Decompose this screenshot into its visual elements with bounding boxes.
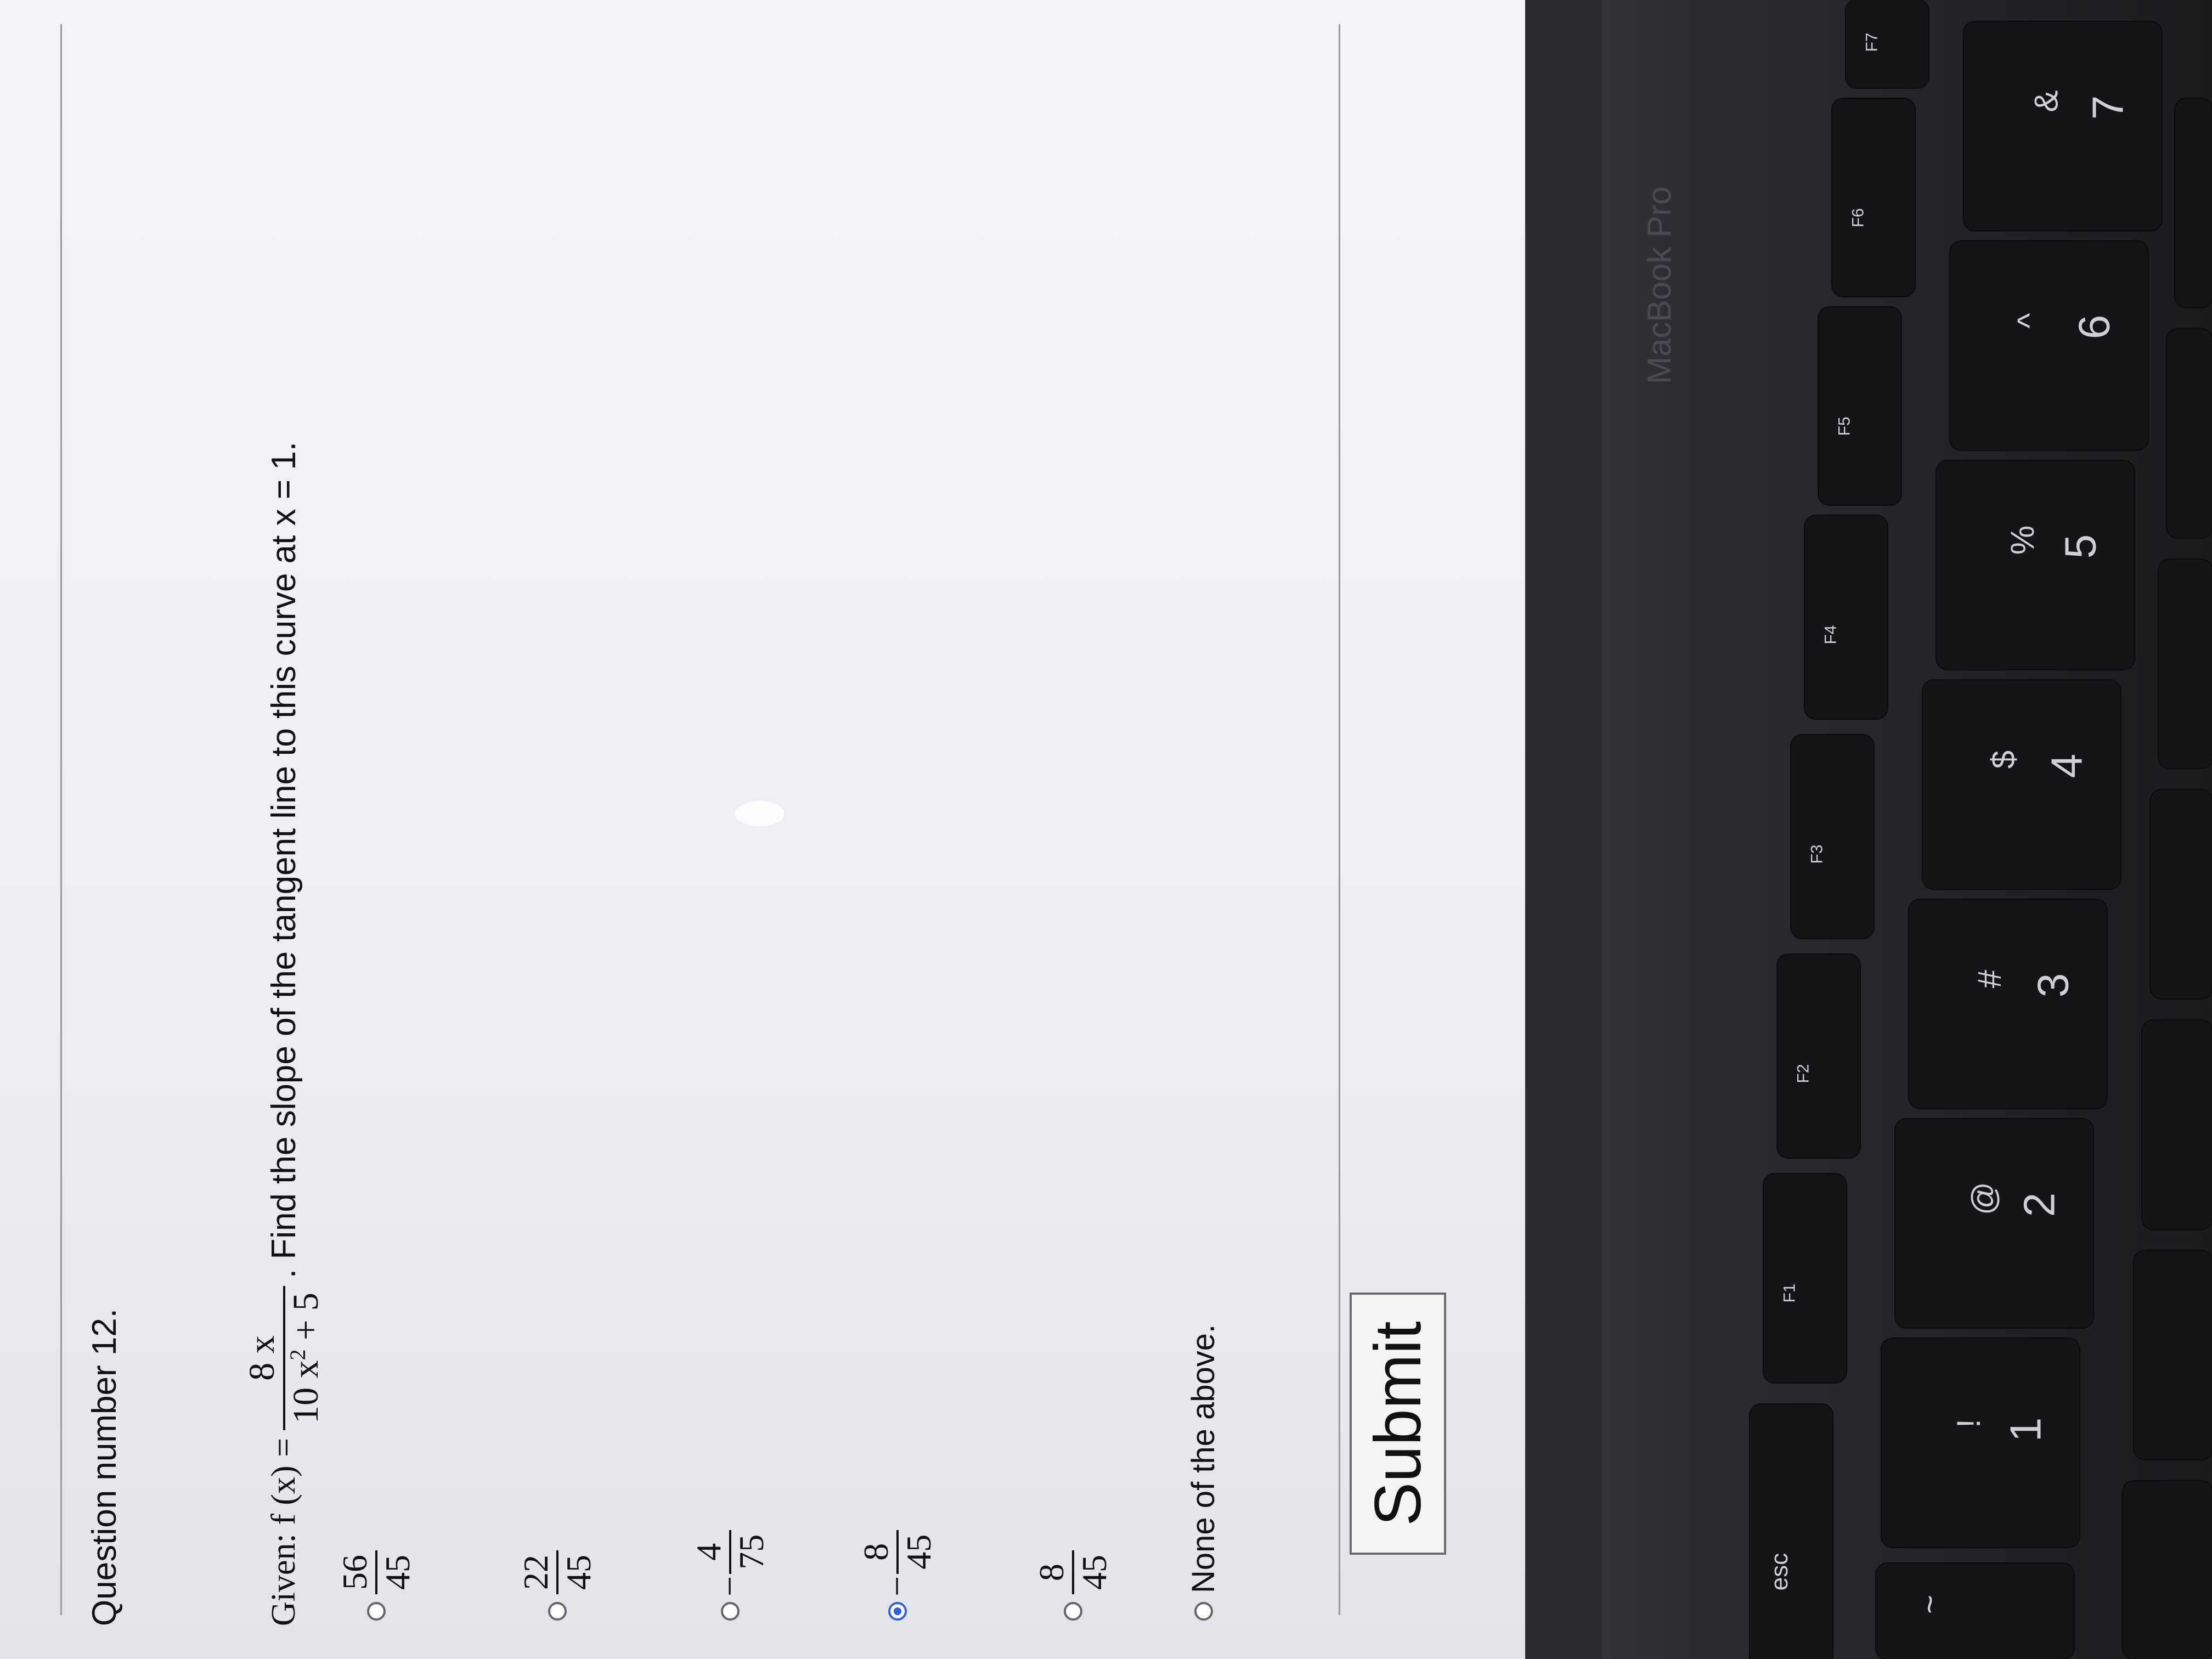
key-tilde[interactable]: ~	[1876, 1564, 2074, 1659]
option-5-numerator: 8	[1032, 1564, 1071, 1581]
option-4-radio[interactable]	[888, 1602, 907, 1621]
option-none[interactable]: None of the above.	[1185, 1324, 1222, 1621]
function-denominator: 10 x2 + 5	[285, 1293, 326, 1424]
key-f7[interactable]: F7	[1846, 0, 1928, 88]
option-4-sign: −	[877, 1576, 917, 1596]
question-text: Given: f (x) = 8 x 10 x2 + 5 . Find the …	[241, 442, 327, 1626]
key-5[interactable]: % 5	[1937, 461, 2134, 669]
option-none-radio[interactable]	[1194, 1602, 1213, 1621]
screen-glare	[735, 801, 785, 826]
option-1-fraction: 56 45	[335, 1550, 417, 1594]
option-5-radio[interactable]	[1063, 1602, 1082, 1621]
function-fraction: 8 x 10 x2 + 5	[241, 1286, 327, 1430]
key-f1[interactable]: F1	[1764, 1174, 1846, 1383]
key-row2-a[interactable]	[2123, 1481, 2212, 1659]
key-2[interactable]: @ 2	[1895, 1119, 2093, 1328]
key-7[interactable]: & 7	[1964, 22, 2162, 230]
option-3-numerator: 4	[689, 1543, 728, 1561]
option-1-radio[interactable]	[366, 1602, 386, 1621]
option-2-denominator: 45	[558, 1555, 598, 1590]
question-number: Question number 12.	[86, 1308, 123, 1626]
key-row2-g[interactable]	[2175, 99, 2212, 307]
key-f6[interactable]: F6	[1832, 99, 1915, 296]
given-prefix: Given: f (x) =	[265, 1437, 303, 1626]
key-esc[interactable]: esc	[1750, 1404, 1832, 1659]
key-1[interactable]: ! 1	[1882, 1339, 2079, 1547]
option-2-radio[interactable]	[548, 1602, 567, 1621]
brand-label: MacBook Pro	[1641, 186, 1678, 384]
top-divider	[60, 24, 62, 1615]
key-f5[interactable]: F5	[1819, 307, 1901, 505]
key-f2[interactable]: F2	[1778, 955, 1860, 1158]
option-5-fraction: 8 45	[1031, 1550, 1114, 1594]
key-6[interactable]: ^ 6	[1950, 241, 2148, 450]
option-none-label: None of the above.	[1186, 1324, 1221, 1593]
submit-button[interactable]: Submit	[1350, 1293, 1446, 1555]
option-5-denominator: 45	[1074, 1555, 1114, 1590]
option-4[interactable]: − 8 45	[856, 1530, 939, 1621]
key-row2-d[interactable]	[2151, 790, 2212, 998]
key-3[interactable]: # 3	[1909, 900, 2107, 1108]
option-3-denominator: 75	[731, 1534, 771, 1570]
option-3-radio[interactable]	[720, 1602, 740, 1621]
option-2[interactable]: 22 45	[516, 1550, 599, 1621]
option-4-denominator: 45	[899, 1534, 938, 1570]
option-2-fraction: 22 45	[516, 1550, 599, 1594]
option-3-fraction: 4 75	[689, 1530, 771, 1574]
option-4-fraction: 8 45	[856, 1530, 939, 1574]
option-1-denominator: 45	[377, 1555, 417, 1590]
key-row2-b[interactable]	[2134, 1251, 2212, 1459]
key-4[interactable]: $ 4	[1923, 680, 2120, 889]
option-3-sign: −	[709, 1576, 750, 1596]
laptop-screen: Question number 12. Given: f (x) = 8 x 1…	[0, 0, 1525, 1659]
function-numerator: 8 x	[242, 1335, 282, 1381]
option-1[interactable]: 56 45	[335, 1550, 417, 1621]
option-2-numerator: 22	[516, 1555, 555, 1590]
option-5[interactable]: 8 45	[1031, 1550, 1114, 1621]
key-row2-f[interactable]	[2167, 329, 2212, 538]
photo-scene: Question number 12. Given: f (x) = 8 x 1…	[0, 0, 2212, 1659]
key-f4[interactable]: F4	[1805, 516, 1887, 719]
option-3[interactable]: − 4 75	[689, 1530, 771, 1621]
key-row2-c[interactable]	[2142, 1020, 2212, 1229]
option-4-numerator: 8	[856, 1543, 895, 1561]
question-prompt: . Find the slope of the tangent line to …	[265, 442, 303, 1279]
option-1-numerator: 56	[335, 1555, 374, 1590]
key-row2-e[interactable]	[2159, 560, 2212, 768]
bottom-divider	[1339, 24, 1340, 1615]
key-f3[interactable]: F3	[1791, 735, 1874, 938]
quiz-page: Question number 12. Given: f (x) = 8 x 1…	[0, 0, 1525, 1659]
